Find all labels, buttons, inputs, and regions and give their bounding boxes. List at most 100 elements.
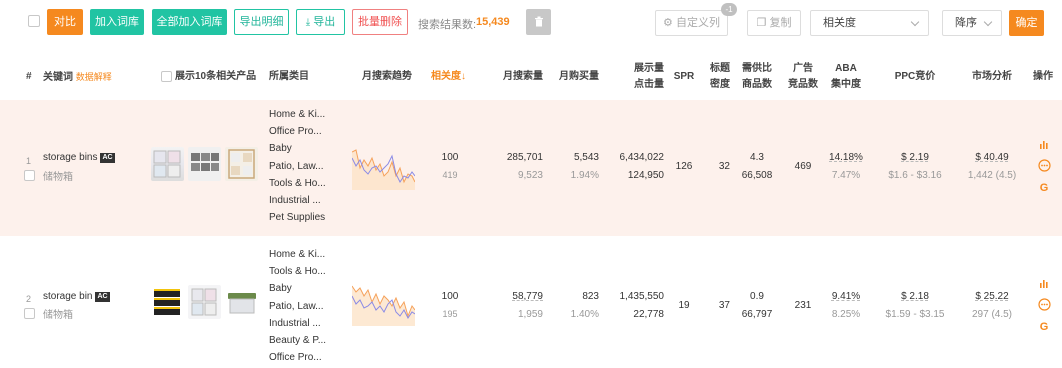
storage-bin-image xyxy=(228,293,256,314)
ppc-value[interactable]: $ 2.19 xyxy=(880,152,950,163)
product-thumbnail[interactable] xyxy=(225,285,258,319)
trash-button[interactable] xyxy=(526,9,551,35)
row-checkbox[interactable] xyxy=(24,170,35,181)
show-products-checkbox[interactable] xyxy=(161,71,172,82)
product-thumbnail[interactable] xyxy=(188,147,221,181)
storage-bin-image xyxy=(153,150,181,178)
category-list: Home & Ki... Tools & Ho... Baby Patio, L… xyxy=(269,246,326,366)
category-list: Home & Ki... Office Pro... Baby Patio, L… xyxy=(269,106,326,226)
confirm-button[interactable]: 确定 xyxy=(1009,10,1044,36)
col-supply-demand-1[interactable]: 需供比 xyxy=(740,61,774,77)
export-button[interactable]: ⤓ 导出 xyxy=(296,9,345,35)
bar-chart-icon[interactable] xyxy=(1036,138,1052,154)
market-value[interactable]: $ 40.49 xyxy=(960,152,1024,163)
category-item[interactable]: Office Pro... xyxy=(269,123,326,140)
clicks-value: 124,950 xyxy=(627,170,664,181)
more-icon[interactable] xyxy=(1036,159,1052,175)
sort-field-select[interactable]: 相关度 xyxy=(810,10,929,36)
col-ppc[interactable]: PPC竞价 xyxy=(890,69,940,85)
search-trend-sparkline[interactable] xyxy=(352,146,415,190)
category-item[interactable]: Home & Ki... xyxy=(269,246,326,263)
relevance-sub: 419 xyxy=(442,170,458,180)
export-label: 导出 xyxy=(313,16,336,28)
col-spr[interactable]: SPR xyxy=(672,69,696,85)
sort-order-select[interactable]: 降序 xyxy=(942,10,1002,36)
product-thumbnail[interactable] xyxy=(151,147,184,181)
keyword-link[interactable]: storage bins AC xyxy=(43,152,115,163)
category-item[interactable]: Baby xyxy=(269,280,326,297)
col-clicks[interactable]: 点击量 xyxy=(620,77,664,93)
google-icon[interactable]: G xyxy=(1036,319,1052,335)
category-item[interactable]: Patio, Law... xyxy=(269,298,326,315)
result-count-value: 15,439 xyxy=(476,16,510,28)
more-icon[interactable] xyxy=(1036,298,1052,314)
ad-competitors-value: 469 xyxy=(794,161,812,172)
ppc-value[interactable]: $ 2.18 xyxy=(880,291,950,302)
category-item[interactable]: Industrial ... xyxy=(269,315,326,332)
category-item[interactable]: Beauty & P... xyxy=(269,332,326,349)
product-thumbnail[interactable] xyxy=(188,285,221,319)
col-ad-1[interactable]: 广告 xyxy=(786,61,820,77)
purchase-rate: 1.40% xyxy=(570,309,599,320)
storage-bin-image xyxy=(191,153,219,171)
storage-bin-image xyxy=(191,288,217,316)
col-relevance[interactable]: 相关度↓ xyxy=(431,69,466,85)
col-monthly-search[interactable]: 月搜索量 xyxy=(490,69,543,85)
market-sub: 297 (4.5) xyxy=(971,309,1013,320)
sort-field-value: 相关度 xyxy=(823,17,856,29)
compare-button[interactable]: 对比 xyxy=(47,9,83,35)
export-detail-button[interactable]: 导出明细 xyxy=(234,9,289,35)
trash-icon xyxy=(534,16,543,27)
monthly-search-amount: 58,779 xyxy=(512,291,543,302)
category-item[interactable]: Tools & Ho... xyxy=(269,263,326,280)
col-keyword[interactable]: 关键词 数据解释 xyxy=(43,69,112,86)
category-item[interactable]: Pet Supplies xyxy=(269,209,326,226)
keyword-text: storage bins xyxy=(43,152,98,163)
product-thumbnail[interactable] xyxy=(225,147,258,181)
col-impressions[interactable]: 展示量 xyxy=(620,61,664,77)
category-item[interactable]: Industrial ... xyxy=(269,192,326,209)
chevron-down-icon xyxy=(910,17,920,27)
search-trend-sparkline[interactable] xyxy=(352,282,415,326)
col-ops: 操作 xyxy=(1033,71,1053,82)
col-monthly-purchase[interactable]: 月购买量 xyxy=(550,69,599,85)
custom-columns-label: 自定义列 xyxy=(675,17,720,29)
product-thumbnail[interactable] xyxy=(151,285,184,319)
data-explain-link[interactable]: 数据解释 xyxy=(76,72,112,82)
ppc-amount: $ 2.18 xyxy=(901,291,929,302)
table-header: # 关键词 数据解释 展示10条相关产品 所属类目 月搜索趋势 相关度↓ 月搜索… xyxy=(0,48,1062,100)
custom-columns-button[interactable]: ⚙ 自定义列 xyxy=(655,10,728,36)
col-aba-1[interactable]: ABA xyxy=(828,61,864,77)
ad-competitors-value: 231 xyxy=(794,300,812,311)
add-lexicon-button[interactable]: 加入词库 xyxy=(90,9,144,35)
category-item[interactable]: Baby xyxy=(269,140,326,157)
select-all-checkbox[interactable] xyxy=(28,15,40,27)
ac-badge: AC xyxy=(100,153,115,163)
monthly-search-value[interactable]: 58,779 xyxy=(490,291,543,302)
arrow-down-icon: ↓ xyxy=(461,71,466,82)
ac-badge: AC xyxy=(95,292,110,302)
chevron-down-icon xyxy=(983,17,993,27)
row-checkbox[interactable] xyxy=(24,308,35,319)
batch-delete-button[interactable]: 批量删除 xyxy=(352,9,408,35)
bar-chart-icon[interactable] xyxy=(1036,277,1052,293)
category-item[interactable]: Tools & Ho... xyxy=(269,175,326,192)
col-title-density-1[interactable]: 标题 xyxy=(706,61,734,77)
add-all-lexicon-button[interactable]: 全部加入词库 xyxy=(152,9,227,35)
col-market: 市场分析 xyxy=(972,71,1012,82)
aba-value[interactable]: 9.41% xyxy=(826,291,866,302)
category-item[interactable]: Patio, Law... xyxy=(269,158,326,175)
clicks-value: 22,778 xyxy=(633,309,664,320)
col-title-density-2: 密度 xyxy=(710,79,730,90)
sort-order-value: 降序 xyxy=(955,17,977,29)
category-item[interactable]: Home & Ki... xyxy=(269,106,326,123)
ppc-amount: $ 2.19 xyxy=(901,152,929,163)
storage-bin-image xyxy=(228,149,255,179)
keyword-link[interactable]: storage bin AC xyxy=(43,291,110,302)
copy-button[interactable]: ❐ 复制 xyxy=(747,10,801,36)
relevance-value: 100 xyxy=(441,291,459,302)
market-value[interactable]: $ 25.22 xyxy=(960,291,1024,302)
google-icon[interactable]: G xyxy=(1036,180,1052,196)
aba-value[interactable]: 14.18% xyxy=(826,152,866,163)
category-item[interactable]: Office Pro... xyxy=(269,349,326,366)
